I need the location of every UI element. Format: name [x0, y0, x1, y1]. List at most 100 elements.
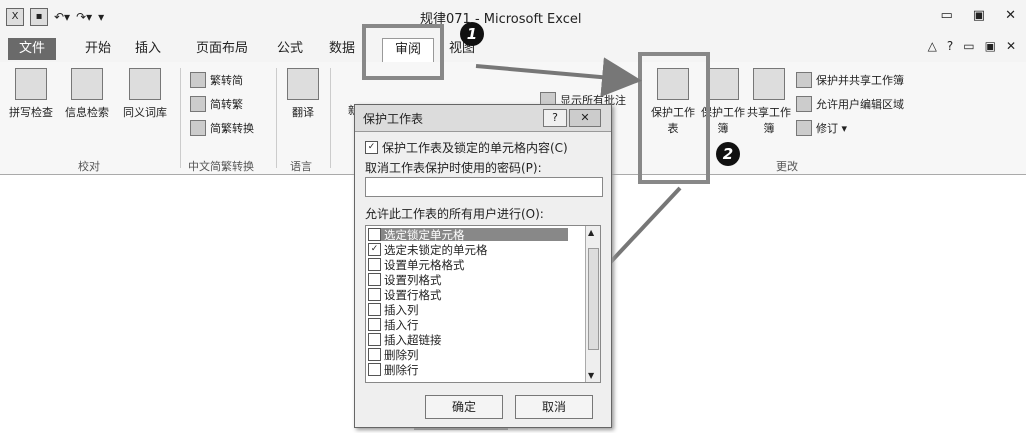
- tab-home[interactable]: 开始: [80, 38, 116, 60]
- doc-restore-icon[interactable]: ▣: [985, 39, 996, 53]
- doc-minimize-icon[interactable]: ▭: [963, 39, 974, 53]
- highlight-protect-sheet: [638, 52, 710, 184]
- protect-share-button[interactable]: 保护并共享工作簿: [796, 72, 904, 88]
- permission-checkbox[interactable]: [368, 318, 381, 331]
- dialog-title-bar: 保护工作表 ? ✕: [355, 105, 611, 132]
- ribbon-right-controls: △ ? ▭ ▣ ✕: [928, 39, 1016, 53]
- track-changes-icon: [796, 120, 812, 136]
- protect-contents-option[interactable]: ✓ 保护工作表及锁定的单元格内容(C): [365, 139, 568, 156]
- thesaurus-label: 同义词库: [123, 106, 167, 119]
- convert-button[interactable]: 简繁转换: [190, 120, 254, 136]
- permission-checkbox[interactable]: [368, 363, 381, 376]
- group-label-chinese: 中文简繁转换: [188, 160, 254, 173]
- cancel-button[interactable]: 取消: [515, 395, 593, 419]
- quick-access-toolbar: X ▪ ↶▾ ↷▾ ▾: [6, 8, 104, 26]
- highlight-review-tab: [362, 24, 444, 80]
- doc-close-icon[interactable]: ✕: [1006, 39, 1016, 53]
- scroll-up-icon[interactable]: ▲: [588, 228, 594, 237]
- permission-label: 设置单元格格式: [384, 257, 465, 272]
- share-workbook-icon: [753, 68, 785, 100]
- to-simplified-label: 繁转简: [210, 74, 243, 87]
- permission-checkbox[interactable]: [368, 303, 381, 316]
- allow-edit-ranges-button[interactable]: 允许用户编辑区域: [796, 96, 904, 112]
- permission-label: 删除行: [384, 362, 419, 377]
- password-input[interactable]: [365, 177, 603, 197]
- dialog-close-button[interactable]: ✕: [569, 109, 601, 127]
- permission-label: 插入行: [384, 317, 419, 332]
- group-separator: [180, 68, 181, 168]
- scroll-thumb[interactable]: [588, 248, 599, 350]
- step-badge-1: 1: [460, 22, 484, 46]
- dialog-help-button[interactable]: ?: [543, 109, 567, 127]
- customize-qat-icon[interactable]: ▾: [98, 10, 104, 24]
- allow-edit-icon: [796, 96, 812, 112]
- protect-contents-checkbox[interactable]: ✓: [365, 141, 378, 154]
- spell-check-icon: [15, 68, 47, 100]
- to-traditional-label: 简转繁: [210, 98, 243, 111]
- ok-button[interactable]: 确定: [425, 395, 503, 419]
- permission-item[interactable]: 插入列: [368, 303, 419, 317]
- permissions-list[interactable]: ✓ 选定锁定单元格 ✓ 选定未锁定的单元格 设置单元格格式 设置列格式 设置行格式 插入列 插入…: [365, 225, 601, 383]
- scroll-down-icon[interactable]: ▼: [588, 371, 594, 380]
- redo-icon[interactable]: ↷▾: [76, 10, 92, 24]
- permission-label: 设置行格式: [384, 287, 442, 302]
- undo-icon[interactable]: ↶▾: [54, 10, 70, 24]
- allow-edit-label: 允许用户编辑区域: [816, 98, 904, 111]
- permission-checkbox[interactable]: [368, 273, 381, 286]
- group-label-language: 语言: [290, 160, 312, 173]
- research-label: 信息检索: [65, 106, 109, 119]
- research-icon: [71, 68, 103, 100]
- permission-checkbox[interactable]: ✓: [368, 243, 381, 256]
- to-simplified-button[interactable]: 繁转简: [190, 72, 243, 88]
- permission-label: 插入超链接: [384, 332, 442, 347]
- thesaurus-button[interactable]: 同义词库: [120, 68, 170, 120]
- group-label-changes: 更改: [776, 160, 798, 173]
- permission-item[interactable]: 设置行格式: [368, 287, 442, 302]
- permission-checkbox[interactable]: [368, 288, 381, 301]
- share-workbook-button[interactable]: 共享工作簿: [744, 68, 794, 136]
- to-traditional-button[interactable]: 简转繁: [190, 96, 243, 112]
- permission-item[interactable]: 设置列格式: [368, 273, 442, 287]
- window-title: 规律071 - Microsoft Excel: [420, 12, 582, 27]
- track-changes-label: 修订 ▾: [816, 122, 848, 135]
- tab-insert[interactable]: 插入: [130, 38, 166, 60]
- translate-label: 翻译: [292, 106, 314, 119]
- permission-item[interactable]: ✓ 选定锁定单元格: [368, 227, 568, 242]
- help-icon[interactable]: ?: [947, 39, 953, 53]
- save-icon[interactable]: ▪: [30, 8, 48, 26]
- permission-checkbox[interactable]: [368, 348, 381, 361]
- convert-icon: [190, 120, 206, 136]
- permissions-scrollbar[interactable]: ▲ ▼: [585, 226, 600, 382]
- permission-label: 选定锁定单元格: [384, 227, 465, 242]
- research-button[interactable]: 信息检索: [62, 68, 112, 120]
- tab-file[interactable]: 文件: [8, 38, 56, 60]
- excel-icon[interactable]: X: [6, 8, 24, 26]
- maximize-icon[interactable]: ▣: [973, 8, 985, 23]
- to-traditional-icon: [190, 96, 206, 112]
- group-label-proofing: 校对: [78, 160, 100, 173]
- permission-item[interactable]: 设置单元格格式: [368, 257, 465, 272]
- tab-formulas[interactable]: 公式: [272, 38, 308, 60]
- track-changes-button[interactable]: 修订 ▾: [796, 120, 847, 136]
- spell-check-button[interactable]: 拼写检查: [6, 68, 56, 120]
- permission-item[interactable]: 插入行: [368, 317, 419, 332]
- permission-item[interactable]: 删除列: [368, 348, 419, 362]
- permission-checkbox[interactable]: [368, 333, 381, 346]
- permission-item[interactable]: 插入超链接: [368, 332, 442, 347]
- tab-page-layout[interactable]: 页面布局: [190, 38, 254, 60]
- to-simplified-icon: [190, 72, 206, 88]
- collapse-ribbon-icon[interactable]: △: [928, 39, 937, 53]
- allow-label: 允许此工作表的所有用户进行(O):: [365, 207, 544, 221]
- permission-item[interactable]: 删除行: [368, 362, 419, 377]
- protect-contents-label: 保护工作表及锁定的单元格内容(C): [382, 141, 568, 155]
- protect-share-icon: [796, 72, 812, 88]
- permission-checkbox[interactable]: [368, 258, 381, 271]
- minimize-icon[interactable]: ▭: [941, 8, 953, 23]
- translate-button[interactable]: 翻译: [278, 68, 328, 120]
- close-icon[interactable]: ✕: [1005, 8, 1016, 23]
- step-badge-2: 2: [716, 142, 740, 166]
- tab-data[interactable]: 数据: [324, 38, 360, 60]
- permission-item[interactable]: ✓ 选定未锁定的单元格: [368, 243, 488, 257]
- protect-sheet-dialog: 保护工作表 ? ✕ ✓ 保护工作表及锁定的单元格内容(C) 取消工作表保护时使用…: [354, 104, 612, 428]
- permission-checkbox[interactable]: ✓: [368, 228, 381, 241]
